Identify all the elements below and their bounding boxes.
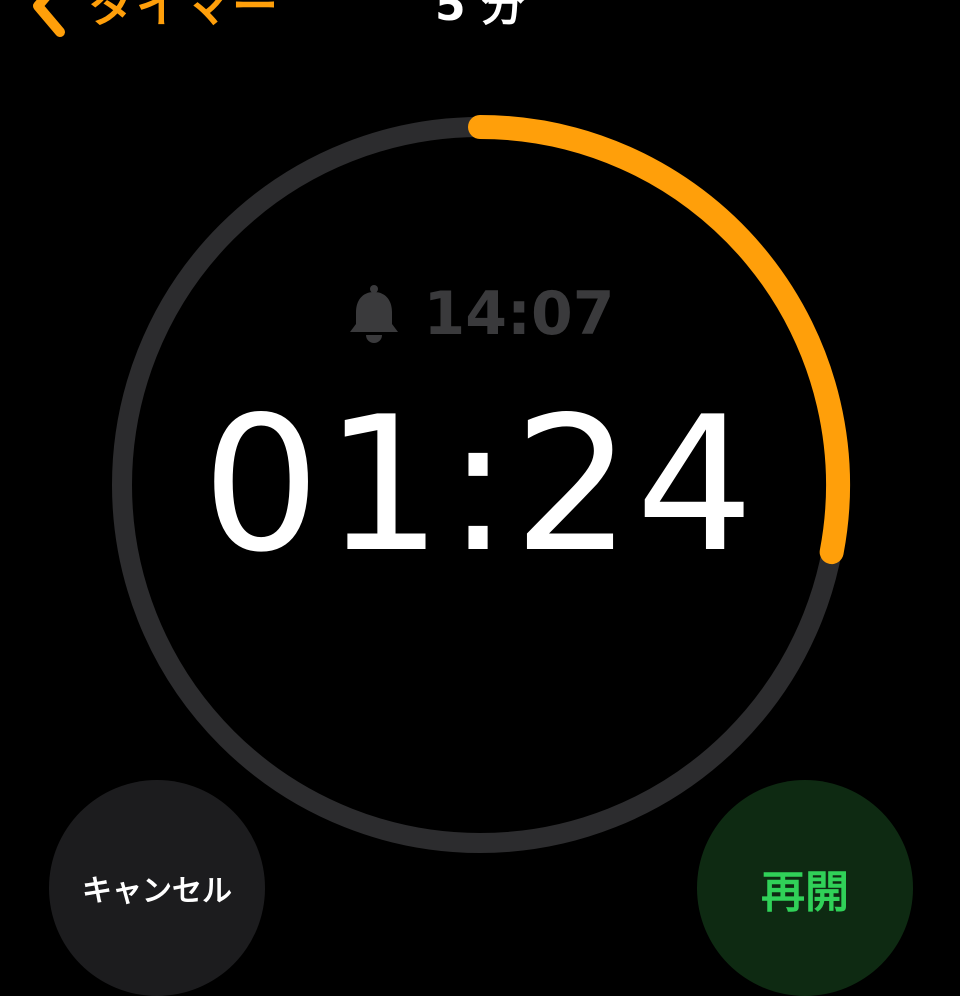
cancel-button-label: キャンセル (82, 874, 232, 909)
countdown-display: 01:24 (201, 376, 759, 593)
alarm-time-row: 14:07 (0, 278, 960, 350)
alarm-end-time: 14:07 (423, 279, 615, 349)
bell-icon (349, 285, 398, 343)
resume-button-label: 再開 (761, 867, 849, 918)
cancel-button[interactable]: キャンセル (49, 780, 265, 996)
resume-button[interactable]: 再開 (697, 780, 913, 996)
